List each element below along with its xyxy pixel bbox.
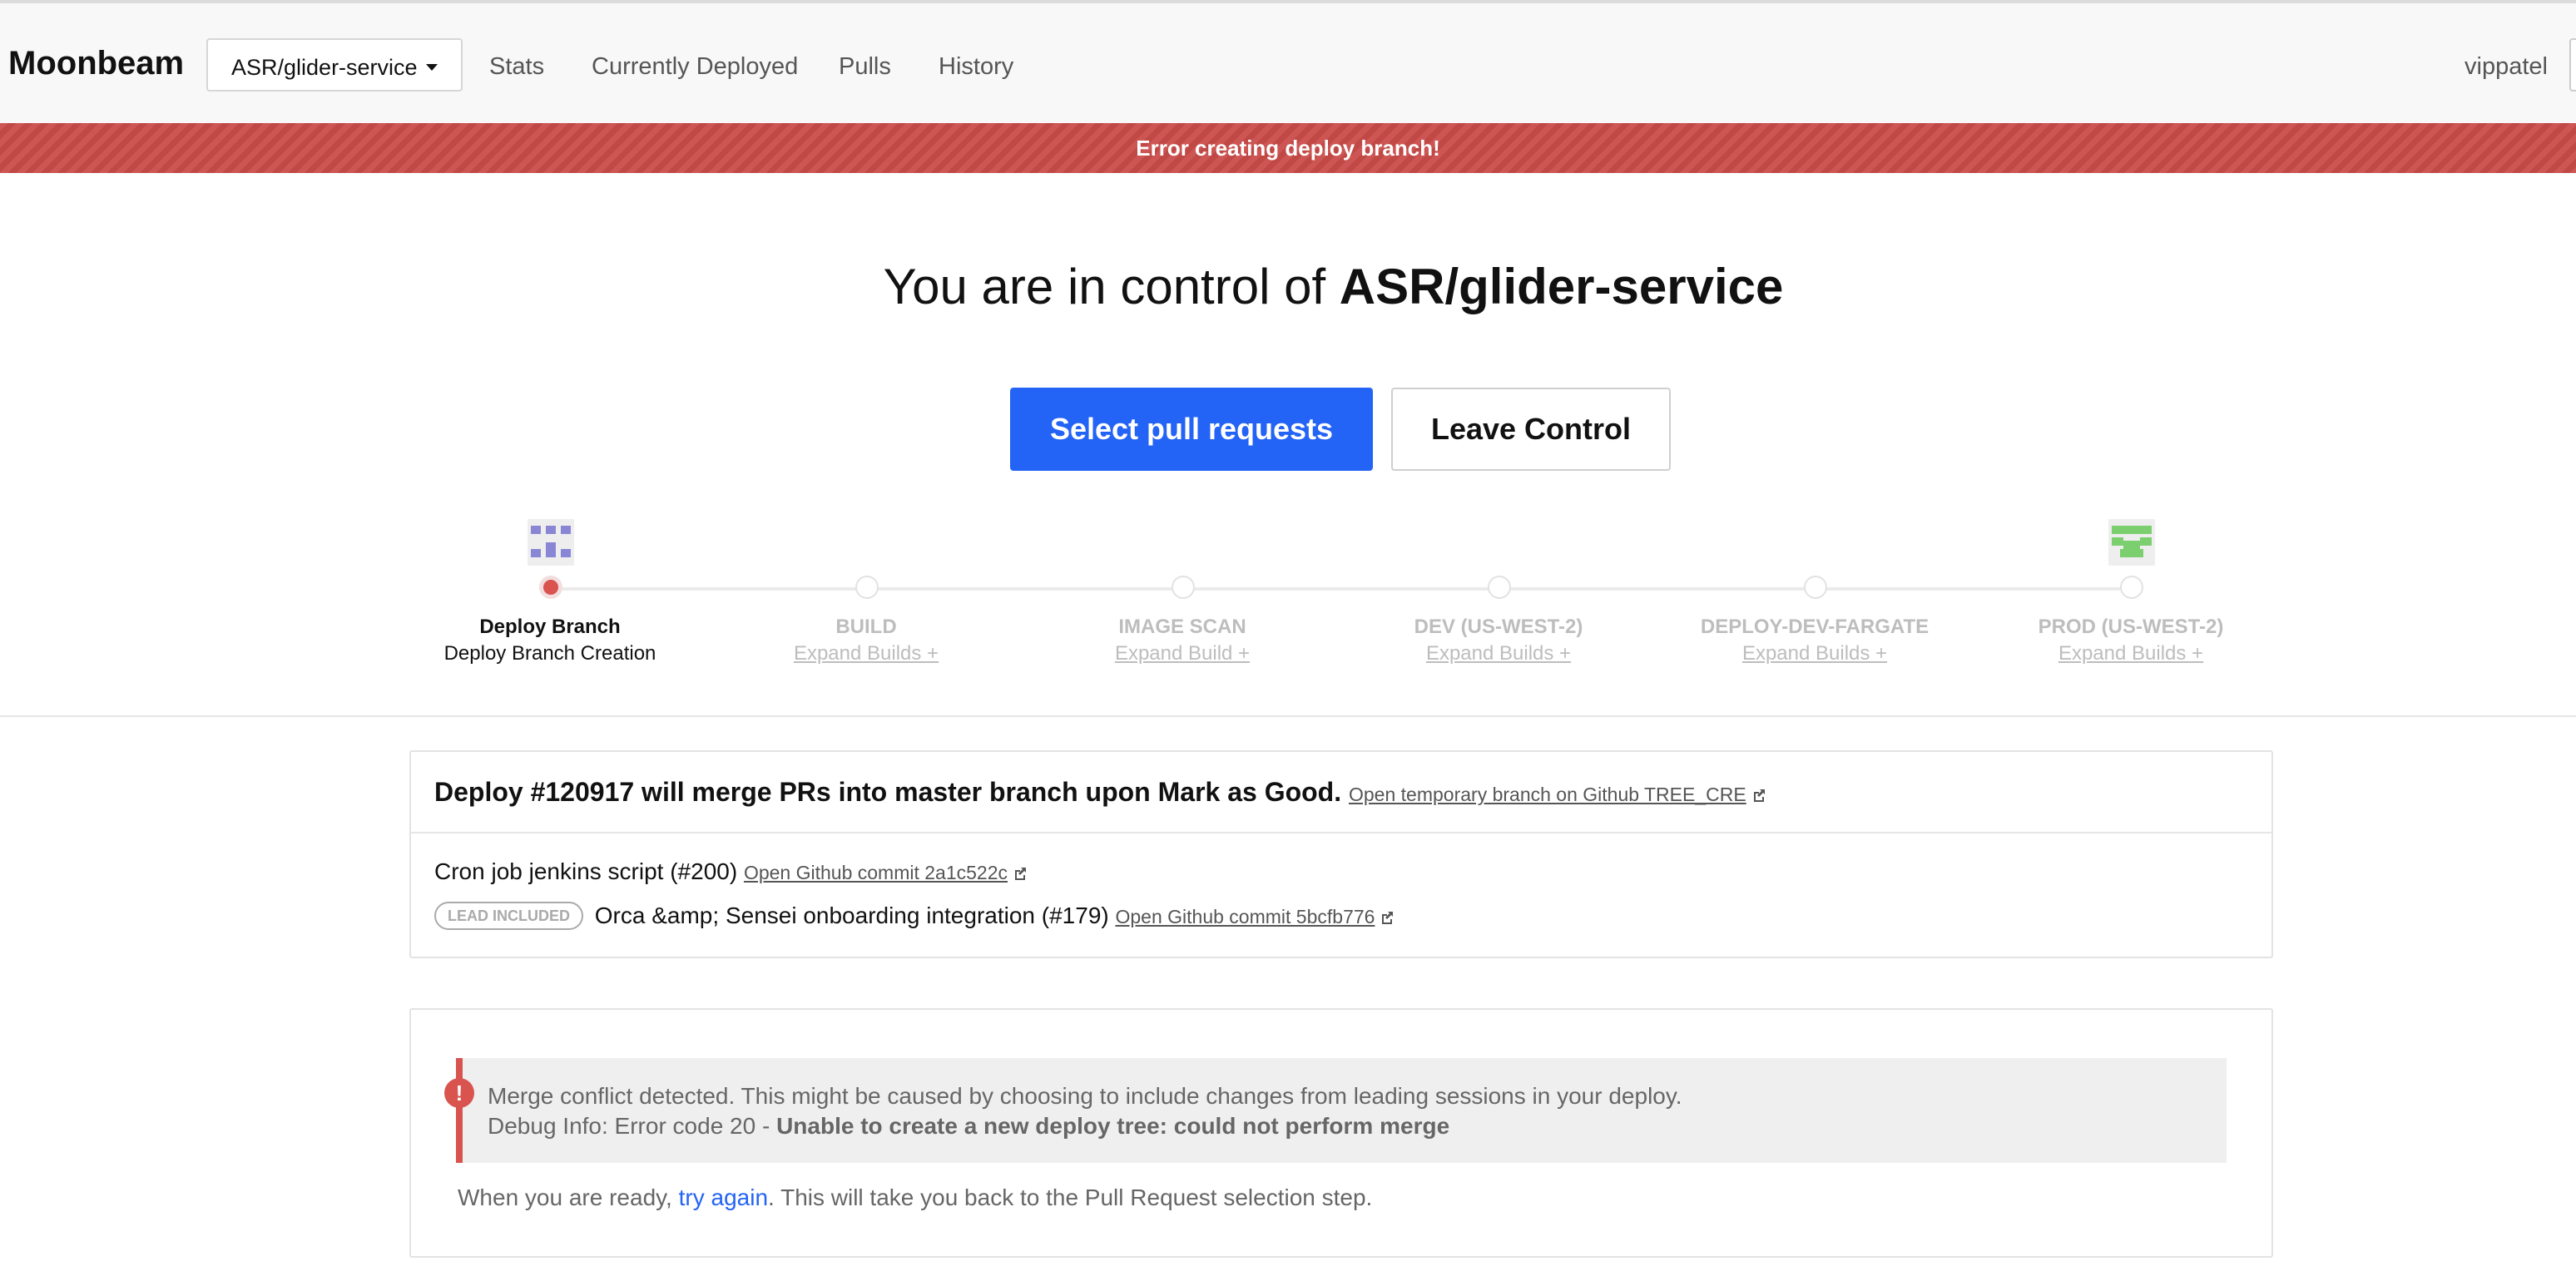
top-navbar: Moonbeam ASR/glider-service Stats Curren… [0,0,2576,123]
debug-detail: Unable to create a new deploy tree: coul… [776,1113,1450,1139]
expand-builds-link[interactable]: Expand Builds + [794,642,939,665]
stage-status-dot [2120,576,2143,599]
merge-conflict-alert: ! Merge conflict detected. This might be… [444,1058,2227,1163]
user-name[interactable]: vippatel [2465,53,2548,81]
error-banner: Error creating deploy branch! [0,123,2576,173]
expand-builds-link[interactable]: Expand Builds + [1426,642,1571,665]
error-icon: ! [444,1078,474,1108]
deploy-card: Deploy #120917 will merge PRs into maste… [409,750,2273,958]
prod-avatar-icon [2108,519,2155,566]
github-commit-link-text: Open Github commit 2a1c522c [743,862,1008,883]
pipeline-track [549,587,2130,591]
error-card: ! Merge conflict detected. This might be… [409,1008,2273,1258]
external-link-icon [1382,912,1394,924]
caret-down-icon [426,64,438,71]
deploy-title: Deploy #120917 will merge PRs into maste… [434,777,1766,808]
stage-title: DEV (US-WEST-2) [1414,616,1583,638]
pr-item: LEAD INCLUDED Orca &amp; Sensei onboardi… [434,902,1395,930]
external-link-icon [1015,868,1027,880]
leave-control-button[interactable]: Leave Control [1391,388,1671,471]
nav-history[interactable]: History [939,53,1013,81]
title-prefix: You are in control of [883,259,1340,314]
stage-title: BUILD [835,616,897,638]
nav-stats[interactable]: Stats [489,53,544,81]
stage-status-dot [1172,576,1195,599]
deploy-title-text: Deploy #120917 will merge PRs into maste… [434,777,1342,807]
stage-title: DEPLOY-DEV-FARGATE [1700,616,1930,638]
stage-status-dot [855,576,879,599]
github-commit-link[interactable]: Open Github commit 5bcfb776 [1116,906,1395,927]
title-repo: ASR/glider-service [1339,259,1784,314]
retry-suffix: . This will take you back to the Pull Re… [768,1185,1373,1210]
repo-select[interactable]: ASR/glider-service [206,38,463,91]
debug-prefix: Debug Info: Error code 20 - [488,1113,777,1139]
stage-status-dot [1804,576,1827,599]
deploy-branch-avatar-icon [528,519,574,566]
pr-item: Cron job jenkins script (#200) Open Gith… [434,858,1028,885]
pr-name: Orca &amp; Sensei onboarding integration… [594,903,1109,928]
temporary-branch-link[interactable]: Open temporary branch on Github TREE_CRE [1349,784,1766,805]
stage-title: IMAGE SCAN [1118,616,1246,638]
alert-message: Merge conflict detected. This might be c… [488,1083,1682,1109]
pr-name: Cron job jenkins script (#200) [434,858,738,884]
github-commit-link-text: Open Github commit 5bcfb776 [1115,906,1375,927]
retry-instructions: When you are ready, try again. This will… [458,1185,1372,1211]
repo-select-value: ASR/glider-service [231,55,418,80]
stage-subtitle: Deploy Branch Creation [443,642,656,665]
nav-currently-deployed[interactable]: Currently Deployed [592,53,798,81]
section-divider [0,715,2576,717]
expand-builds-link[interactable]: Expand Builds + [1742,642,1887,665]
expand-build-link[interactable]: Expand Build + [1115,642,1250,665]
page-title: You are in control of ASR/glider-service [0,258,2576,315]
try-again-link[interactable]: try again [679,1185,768,1210]
select-pull-requests-button[interactable]: Select pull requests [1010,388,1373,471]
stage-title: PROD (US-WEST-2) [2038,616,2224,638]
stage-title: Deploy Branch [479,616,621,638]
nav-pulls[interactable]: Pulls [839,53,891,81]
lead-included-badge: LEAD INCLUDED [434,902,583,930]
user-menu-button[interactable] [2569,38,2576,91]
stage-status-dot [1488,576,1511,599]
alert-debug-info: Debug Info: Error code 20 - Unable to cr… [488,1113,1449,1140]
temporary-branch-link-text: Open temporary branch on Github TREE_CRE [1349,784,1746,805]
stage-status-dot [539,576,562,599]
deploy-card-header: Deploy #120917 will merge PRs into maste… [411,752,2271,833]
retry-prefix: When you are ready, [458,1185,679,1210]
github-commit-link[interactable]: Open Github commit 2a1c522c [744,862,1028,883]
brand-logo[interactable]: Moonbeam [8,45,184,82]
expand-builds-link[interactable]: Expand Builds + [2058,642,2203,665]
external-link-icon [1753,789,1765,802]
